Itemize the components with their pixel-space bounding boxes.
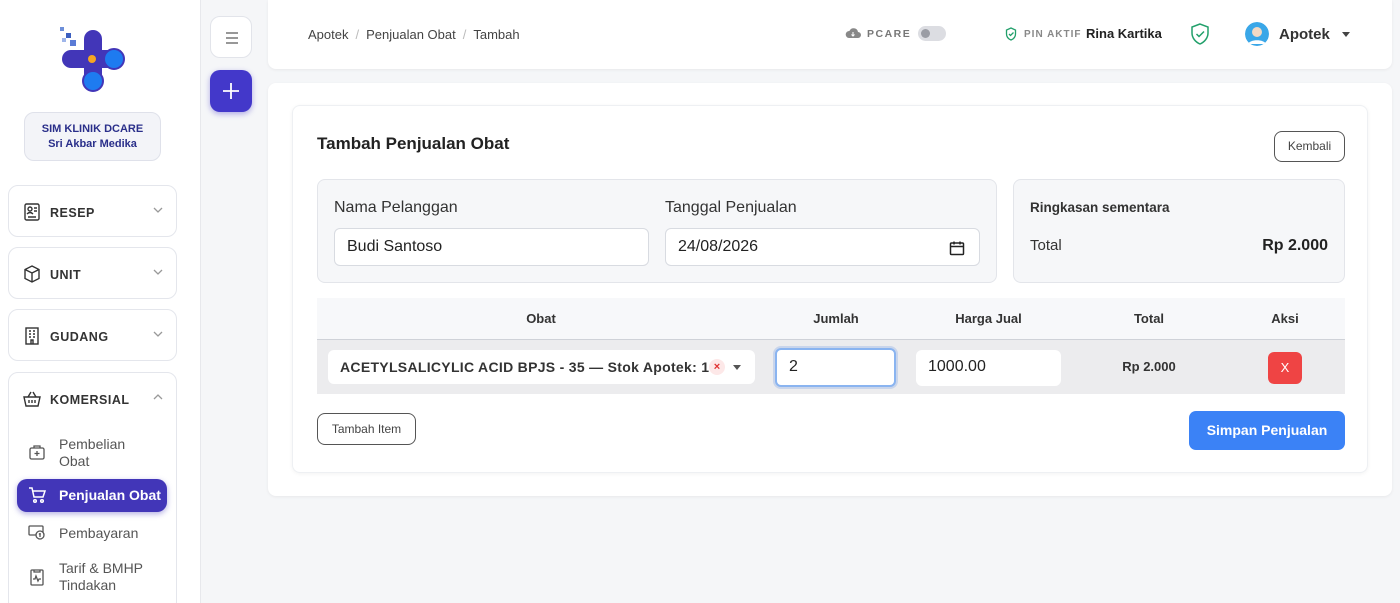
chevron-up-icon[interactable] [152,391,164,403]
sidebar-group-label[interactable]: KOMERSIAL [50,393,130,407]
sidebar-item-label: Pembayaran [59,525,139,541]
clinic-card: SIM KLINIK DCARE Sri Akbar Medika [24,112,161,161]
breadcrumb-separator: / [462,27,467,42]
chevron-down-icon [153,207,163,213]
cloud-icon [845,28,861,38]
summary-box: Ringkasan sementara Total Rp 2.000 [1013,179,1345,283]
caret-down-icon [1342,32,1350,37]
clear-selection-icon[interactable]: × [709,359,725,375]
pin-user-name: Rina Kartika [1086,26,1162,41]
medical-bag-icon [29,445,45,460]
pin-label: PIN AKTIF [1024,29,1082,40]
clinic-name: SIM KLINIK DCARE [41,123,144,135]
sidebar-item-pembelian-obat[interactable]: Pembelian Obat [9,435,178,471]
verified-shield-icon[interactable] [1189,22,1211,46]
sidebar: SIM KLINIK DCARE Sri Akbar Medika RESEP … [0,0,201,603]
save-sale-button[interactable]: Simpan Penjualan [1189,411,1345,450]
add-item-button[interactable]: Tambah Item [317,413,416,445]
sidebar-group-komersial: KOMERSIAL Pembelian Obat Penjualan Obat … [8,372,177,603]
summary-total-label: Total [1030,237,1062,254]
user-role: Apotek [1279,26,1330,43]
breadcrumb-penjualan-obat[interactable]: Penjualan Obat [366,27,456,42]
breadcrumb: Apotek / Penjualan Obat / Tambah [308,27,520,42]
payment-icon [28,525,45,540]
delete-row-button[interactable]: X [1268,352,1302,384]
shield-check-icon [1005,27,1017,41]
calendar-icon[interactable] [949,240,965,256]
sidebar-item-pembayaran[interactable]: Pembayaran [9,521,178,545]
form-card: Tambah Penjualan Obat Kembali Nama Pelan… [292,105,1368,473]
quantity-input[interactable]: 2 [775,348,896,387]
price-input[interactable]: 1000.00 [916,350,1061,386]
page-title: Tambah Penjualan Obat [317,134,510,153]
avatar [1245,22,1269,46]
column-header-total: Total [1133,311,1165,326]
column-header-obat: Obat [526,311,556,326]
menu-toggle-button[interactable] [210,16,252,58]
customer-name-label: Nama Pelanggan [334,199,458,216]
sidebar-item-tarif-bmhp[interactable]: Tarif & BMHP Tindakan [9,558,178,598]
sidebar-item-label: GUDANG [50,330,109,344]
clinic-branch: Sri Akbar Medika [48,138,137,150]
breadcrumb-apotek[interactable]: Apotek [308,27,348,42]
obat-select[interactable]: ACETYLSALICYLIC ACID BPJS - 35 — Stok Ap… [328,350,755,384]
summary-title: Ringkasan sementara [1030,200,1170,215]
obat-select-value: ACETYLSALICYLIC ACID BPJS - 35 — Stok Ap… [340,359,726,375]
top-header: Apotek / Penjualan Obat / Tambah PCARE PIN A… [268,0,1392,69]
customer-name-input[interactable]: Budi Santoso [334,228,649,266]
sale-date-input[interactable]: 24/08/2026 [665,228,980,266]
pcare-label: PCARE [867,28,912,40]
plus-icon [223,83,239,99]
dropdown-arrow-icon[interactable] [733,365,741,370]
chevron-down-icon [153,269,163,275]
box-icon [24,265,40,283]
cart-icon [29,487,46,504]
table-row: ACETYLSALICYLIC ACID BPJS - 35 — Stok Ap… [317,340,1345,394]
clinic-logo [60,27,125,92]
sidebar-item-label: Pembelian Obat [59,436,126,469]
sale-date-label: Tanggal Penjualan [665,199,797,216]
add-button[interactable] [210,70,252,112]
sidebar-item-label: Penjualan Obat [59,487,161,503]
sidebar-item-unit[interactable]: UNIT [8,247,177,299]
back-button[interactable]: Kembali [1274,131,1345,162]
column-header-aksi: Aksi [1271,311,1299,326]
items-table-header: Obat Jumlah Harga Jual Total Aksi [317,298,1345,340]
sidebar-item-label: RESEP [50,206,95,220]
sidebar-item-penjualan-obat[interactable]: Penjualan Obat [17,479,167,512]
clipboard-pulse-icon [30,569,44,586]
sidebar-item-gudang[interactable]: GUDANG [8,309,177,361]
main-panel: Tambah Penjualan Obat Kembali Nama Pelan… [268,83,1392,496]
column-header-jumlah: Jumlah [813,311,859,326]
sidebar-item-label: UNIT [50,268,82,282]
sidebar-item-resep[interactable]: RESEP [8,185,177,237]
sidebar-item-label: Tarif & BMHP Tindakan [59,560,143,593]
basket-icon [23,391,41,407]
breadcrumb-separator: / [355,27,360,42]
row-total: Rp 2.000 [1122,359,1176,374]
prescription-icon [24,203,40,221]
customer-form: Nama Pelanggan Budi Santoso Tanggal Penj… [317,179,997,283]
building-icon [25,327,39,345]
sale-date-value: 24/08/2026 [678,238,759,255]
column-header-harga-jual: Harga Jual [955,311,1022,326]
hamburger-icon [226,32,238,44]
pcare-toggle[interactable] [918,26,946,41]
chevron-down-icon [153,331,163,337]
summary-total-value: Rp 2.000 [1262,237,1328,254]
breadcrumb-tambah: Tambah [473,27,520,42]
